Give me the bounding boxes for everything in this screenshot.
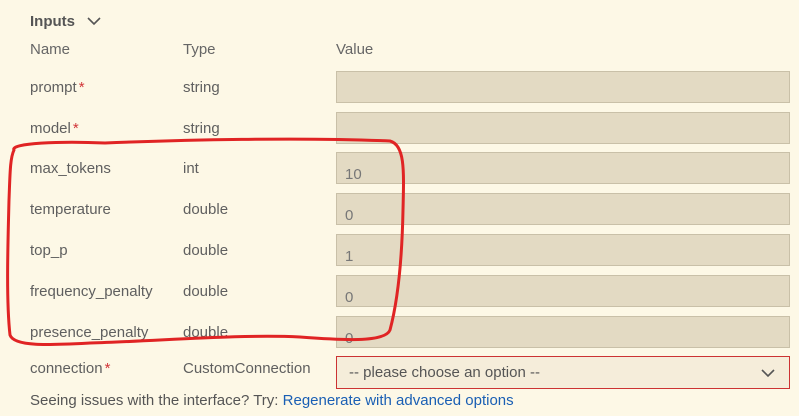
input-row-frequency-penalty: frequency_penalty double (0, 275, 799, 307)
column-header-value: Value (336, 41, 374, 58)
param-name: prompt (30, 79, 77, 96)
param-name: frequency_penalty (30, 283, 153, 300)
connection-select[interactable]: -- please choose an option -- (336, 356, 790, 389)
required-marker: * (72, 120, 79, 137)
param-name: temperature (30, 201, 111, 218)
input-row-presence-penalty: presence_penalty double (0, 316, 799, 348)
column-header-name: Name (30, 41, 71, 58)
top-p-input[interactable] (336, 234, 790, 266)
param-type: CustomConnection (183, 360, 311, 377)
footer-text: Seeing issues with the interface? Try: (30, 392, 283, 409)
inputs-section-toggle[interactable]: Inputs (30, 10, 103, 32)
param-type: string (183, 79, 220, 96)
max-tokens-input[interactable] (336, 152, 790, 184)
param-name: max_tokens (30, 160, 111, 177)
model-input[interactable] (336, 112, 790, 144)
connection-selected-value: -- please choose an option -- (349, 364, 540, 381)
column-header-type: Type (183, 41, 216, 58)
param-name: presence_penalty (30, 324, 149, 341)
param-type: double (183, 201, 229, 218)
regenerate-link[interactable]: Regenerate with advanced options (283, 392, 514, 409)
required-marker: * (78, 79, 85, 96)
temperature-input[interactable] (336, 193, 790, 225)
section-title: Inputs (30, 12, 75, 30)
param-type: double (183, 283, 229, 300)
param-name: top_p (30, 242, 68, 259)
inputs-panel: Inputs Name Type Value prompt * string mo… (0, 0, 799, 416)
param-type: double (183, 324, 229, 341)
input-row-model: model * string (0, 112, 799, 144)
footer-note: Seeing issues with the interface? Try: R… (30, 392, 514, 409)
input-row-top-p: top_p double (0, 234, 799, 266)
presence-penalty-input[interactable] (336, 316, 790, 348)
prompt-input[interactable] (336, 71, 790, 103)
frequency-penalty-input[interactable] (336, 275, 790, 307)
param-name: model (30, 120, 71, 137)
chevron-down-icon (87, 17, 101, 26)
input-row-temperature: temperature double (0, 193, 799, 225)
input-row-max-tokens: max_tokens int (0, 152, 799, 184)
param-type: int (183, 160, 199, 177)
param-type: double (183, 242, 229, 259)
input-row-prompt: prompt * string (0, 71, 799, 103)
required-marker: * (104, 360, 111, 377)
chevron-down-icon (761, 368, 775, 377)
param-type: string (183, 120, 220, 137)
param-name: connection (30, 360, 103, 377)
